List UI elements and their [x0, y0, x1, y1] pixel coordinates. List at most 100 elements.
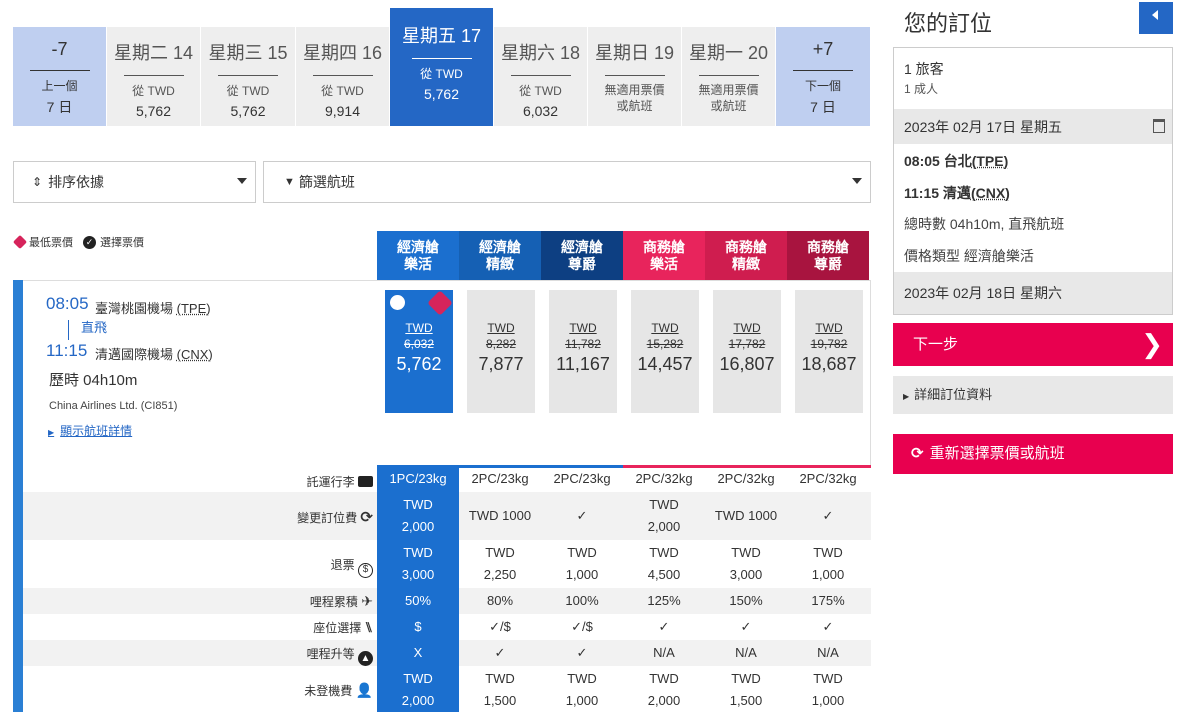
cell-value: ✓ [822, 619, 834, 634]
fare-header-cabin: 經濟艙 [479, 239, 521, 255]
fare-option-business-standard[interactable]: TWD 17,782 16,807 [713, 290, 781, 413]
fare-option-business-premium[interactable]: TWD 19,782 18,687 [795, 290, 863, 413]
reselect-fare-label: 重新選擇票價或航班 [929, 445, 1065, 462]
price-original: 11,782 [565, 337, 601, 351]
booking-total-duration: 總時數 04h10m, 直飛航班 [904, 216, 1065, 232]
date-day: 星期五 17 [401, 26, 482, 46]
chevron-left-icon [1152, 10, 1158, 20]
price-currency: TWD [651, 321, 679, 335]
cell-value: TWD 1,000 [787, 668, 869, 712]
date-fri-17-selected[interactable]: 星期五 17 從 TWD 5,762 [390, 8, 494, 126]
cell-value: 2PC/32kg [635, 471, 693, 486]
cell-value: ✓/$ [571, 619, 593, 634]
flight-details-link[interactable]: ▶ 顯示航班詳情 [48, 422, 132, 439]
next-step-label: 下一步 [913, 336, 959, 353]
cell-line: TWD [813, 545, 843, 560]
arrival-time: 11:15 [46, 341, 88, 360]
booking-fare-type: 價格類型 經濟艙樂活 [904, 248, 1034, 264]
date-day: 星期四 16 [302, 43, 383, 63]
cell-line: 1,500 [483, 693, 517, 708]
cell-value: TWD 3,000 [705, 542, 787, 586]
trash-icon[interactable] [1153, 119, 1165, 133]
fare-option-economy-basic[interactable]: TWD 6,032 5,762 [385, 290, 453, 413]
cell-value: $ [377, 614, 459, 640]
cell-line: 2,000 [647, 519, 681, 534]
cell-value: TWD 1000 [459, 505, 541, 527]
price-original: 17,782 [728, 337, 766, 351]
fare-header-type: 尊爵 [568, 256, 596, 272]
cell-value: TWD 1,500 [705, 668, 787, 712]
plane-icon: ✈ [361, 593, 373, 609]
row-change-fee: 變更訂位費 ⟳ TWD 2,000 TWD 1000 ✓ TWD 2,000 TWD… [23, 492, 871, 540]
fare-header-type: 樂活 [404, 256, 432, 272]
price-original: 15,282 [646, 337, 684, 351]
date-price: 9,914 [324, 103, 361, 119]
cell-value: ✓/$ [489, 619, 511, 634]
departure-airport: 臺灣桃園機場 (TPE) [95, 298, 211, 317]
date-wed-15[interactable]: 星期三 15 從 TWD 5,762 [201, 27, 296, 126]
arrival-airport: 清邁國際機場 (CNX) [95, 344, 213, 363]
cell-value: 1PC/23kg [377, 468, 459, 492]
price-original: 6,032 [403, 337, 435, 351]
cell-value: ✓ [740, 619, 752, 634]
date-day: 星期一 20 [688, 43, 769, 63]
date-from: 從 TWD [519, 84, 562, 98]
row-label-text: 託運行李 [306, 475, 355, 489]
cell-value: TWD 1,000 [541, 668, 623, 712]
cell-value: 2PC/32kg [799, 471, 857, 486]
sort-dropdown[interactable]: ⇕ 排序依據 [13, 161, 256, 203]
fare-header-business-premium: 商務艙 尊爵 [787, 231, 869, 280]
cell-line: 1,500 [729, 693, 763, 708]
fare-option-economy-premium[interactable]: TWD 11,782 11,167 [549, 290, 617, 413]
cell-value: TWD 2,250 [459, 542, 541, 586]
fare-legend: 最低票價 ✓ 選擇票價 [12, 234, 144, 250]
suitcase-icon [358, 476, 373, 487]
cell-line: 1,000 [565, 567, 599, 582]
cell-value: TWD 2,000 [377, 666, 459, 712]
cell-line: 1,000 [811, 567, 845, 582]
seat-icon: ⑊ [364, 619, 373, 635]
departure-time: 08:05 [46, 294, 89, 313]
date-sat-18[interactable]: 星期六 18 從 TWD 6,032 [494, 27, 588, 126]
cell-line: TWD [485, 671, 515, 686]
row-label-text: 未登機費 [304, 684, 353, 698]
price-current: 7,877 [478, 354, 524, 374]
date-mon-20[interactable]: 星期一 20 無適用票價 或航班 [682, 27, 776, 126]
outbound-date: 2023年 02月 17日 星期五 [904, 119, 1062, 135]
carrier-label: China Airlines Ltd. (CI851) [49, 400, 178, 412]
passenger-count: 1 旅客 [904, 61, 944, 77]
tag-icon [427, 290, 453, 316]
date-sun-19[interactable]: 星期日 19 無適用票價 或航班 [588, 27, 682, 126]
collapse-panel-button[interactable] [1139, 2, 1173, 34]
price-current: 5,762 [396, 354, 442, 374]
cell-line: TWD [813, 671, 843, 686]
fare-option-economy-standard[interactable]: TWD 8,282 7,877 [467, 290, 535, 413]
cell-line: TWD [649, 497, 679, 512]
reselect-fare-button[interactable]: ⟳ 重新選擇票價或航班 [893, 434, 1173, 474]
fare-option-business-basic[interactable]: TWD 15,282 14,457 [631, 290, 699, 413]
cell-line: TWD [403, 497, 433, 512]
cell-line: 2,000 [401, 693, 435, 708]
prev-week-sub: 上一個 [41, 79, 78, 93]
check-circle-icon: ✓ [83, 235, 96, 249]
next-week-button[interactable]: +7 下一個 7 日 [776, 27, 871, 126]
cell-value: ✓ [787, 505, 869, 527]
next-step-button[interactable]: 下一步 ❯ [893, 323, 1173, 366]
booking-departure-text: 08:05 台北 [904, 153, 972, 169]
cell-line: TWD [731, 671, 761, 686]
cell-value: N/A [653, 645, 675, 660]
row-label-text: 退票 [330, 558, 355, 572]
date-unavailable: 或航班 [710, 99, 747, 113]
departure-code: (TPE) [176, 301, 211, 316]
cell-value: 2PC/23kg [553, 471, 611, 486]
booking-details-toggle[interactable]: ▶ 詳細訂位資料 [893, 376, 1173, 414]
prev-week-button[interactable]: -7 上一個 7 日 [13, 27, 107, 126]
date-thu-16[interactable]: 星期四 16 從 TWD 9,914 [296, 27, 390, 126]
cell-value: TWD 1,000 [541, 542, 623, 586]
filter-dropdown[interactable]: ▼ 篩選航班 [263, 161, 871, 203]
fare-header-cabin: 商務艙 [643, 239, 685, 255]
date-tue-14[interactable]: 星期二 14 從 TWD 5,762 [107, 27, 201, 126]
cell-value: TWD 1,000 [787, 542, 869, 586]
prev-week-label: -7 [51, 39, 68, 59]
fare-header-cabin: 經濟艙 [561, 239, 603, 255]
